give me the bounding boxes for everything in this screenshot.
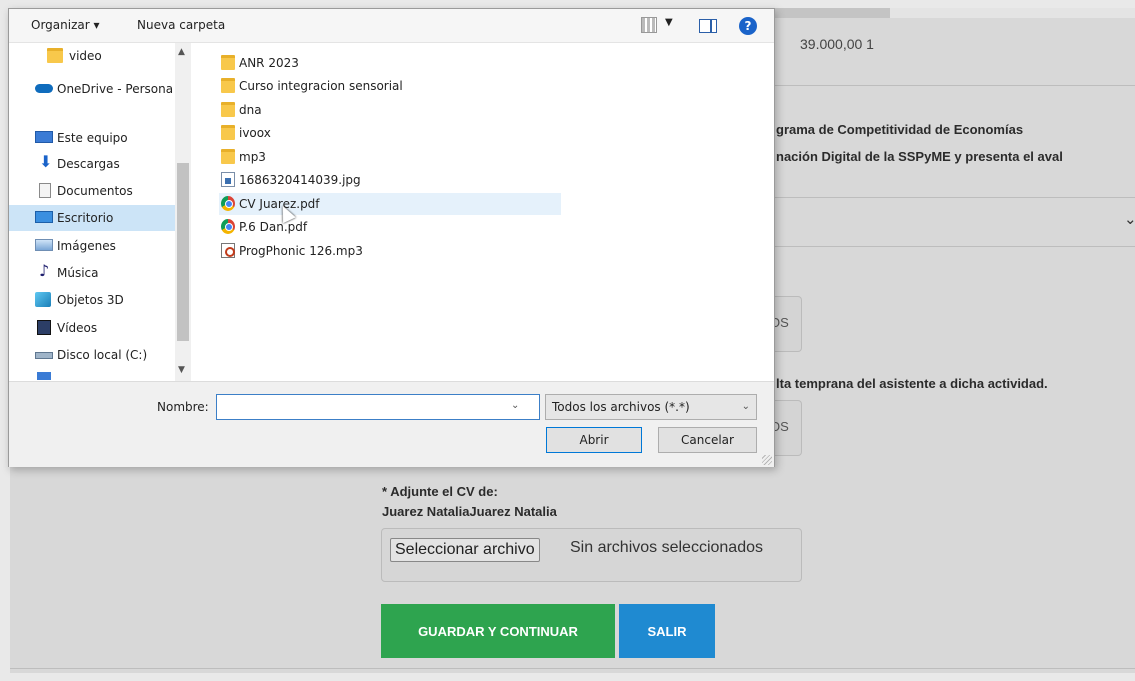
dialog-footer: Nombre: ⌄ Todos los archivos (*.*) ⌄ Abr… [9,381,774,467]
nav-item-documents[interactable]: Documentos [9,178,175,204]
filename-label: Nombre: [157,400,209,414]
scrollbar-thumb[interactable] [177,163,189,341]
file-input[interactable]: Seleccionar archivo Sin archivos selecci… [381,528,802,582]
nav-item-3d-objects[interactable]: Objetos 3D [9,287,175,313]
navigation-pane: video OneDrive - Persona Este equipo ⬇ D… [9,43,191,381]
nav-item-onedrive[interactable]: OneDrive - Persona [9,76,175,102]
desktop-icon [35,211,53,223]
cv-person-name: Juarez NataliaJuarez Natalia [382,504,557,519]
nav-scrollbar[interactable]: ▲ ▼ [175,43,191,381]
file-item[interactable]: P.6 Dan.pdf [219,216,561,238]
file-item[interactable]: 1686320414039.jpg [219,169,561,191]
download-icon: ⬇ [39,152,53,171]
file-item[interactable]: CV Juarez.pdf [219,193,561,215]
nav-item-music[interactable]: ♪ Música [9,260,175,286]
aval-select[interactable]: ⌄ [762,197,1135,247]
image-file-icon [221,172,235,187]
objects3d-icon [35,292,51,307]
chevron-down-icon: ⌄ [1124,211,1135,228]
computer-icon [35,131,53,143]
scroll-up-icon[interactable]: ▲ [178,47,185,57]
nav-item-pictures[interactable]: Imágenes [9,233,175,259]
videos-icon [37,320,51,335]
save-continue-button[interactable]: GUARDAR Y CONTINUAR [381,604,615,658]
folder-icon [221,102,235,117]
music-icon: ♪ [39,261,50,280]
onedrive-icon [35,84,53,93]
chrome-pdf-icon [221,219,235,234]
cancel-button[interactable]: Cancelar [658,427,757,453]
organize-menu[interactable]: Organizar ▾ [31,18,100,32]
program-text-line-2: nación Digital de la SSPyME y presenta e… [776,149,1063,164]
network-icon [37,372,51,380]
nav-item-local-disk[interactable]: Disco local (C:) [9,342,175,368]
file-item[interactable]: Curso integracion sensorial [219,75,561,97]
chrome-pdf-icon [221,196,235,211]
file-item[interactable]: mp3 [219,146,561,168]
early-registration-text: lta temprana del asistente a dicha activ… [776,376,1048,391]
file-open-dialog: Organizar ▾ Nueva carpeta ▼ ? video OneD… [8,8,775,467]
view-dropdown-icon[interactable]: ▼ [665,17,673,28]
cv-label-text: * Adjunte el CV de: [382,484,498,499]
program-text-line-1: grama de Competitividad de Economías [776,122,1024,137]
file-item[interactable]: dna [219,99,561,121]
dialog-toolbar: Organizar ▾ Nueva carpeta ▼ ? [9,9,774,43]
nav-item-desktop[interactable]: Escritorio [9,205,175,231]
exit-button[interactable]: SALIR [619,604,715,658]
select-file-button[interactable]: Seleccionar archivo [390,538,540,562]
documents-icon [39,183,51,198]
folder-icon [221,149,235,164]
file-type-select[interactable]: Todos los archivos (*.*) ⌄ [545,394,757,420]
new-folder-button[interactable]: Nueva carpeta [137,18,225,32]
filename-input[interactable] [216,394,540,420]
view-options-icon[interactable] [641,17,657,33]
file-item[interactable]: ProgPhonic 126.mp3 [219,240,561,262]
file-item[interactable]: ANR 2023 [219,52,561,74]
chevron-down-icon[interactable]: ⌄ [511,400,519,411]
nav-item-this-pc[interactable]: Este equipo [9,125,175,151]
pictures-icon [35,239,53,251]
chevron-down-icon: ⌄ [741,401,750,412]
folder-icon [47,48,63,63]
nav-item-downloads[interactable]: ⬇ Descargas [9,151,175,177]
resize-grip-icon[interactable] [762,455,772,465]
folder-icon [221,78,235,93]
cv-label: * Adjunte el CV de: Juarez NataliaJuarez… [382,482,557,522]
folder-icon [221,125,235,140]
folder-icon [221,55,235,70]
preview-pane-icon[interactable] [699,19,717,33]
price-row: 39.000,00 1 [800,36,874,52]
file-item[interactable]: ivoox [219,122,561,144]
open-button[interactable]: Abrir [546,427,642,453]
help-icon[interactable]: ? [739,17,757,35]
nav-item-network[interactable] [9,369,175,381]
footer-divider [10,668,1135,669]
scroll-down-icon[interactable]: ▼ [178,365,185,375]
audio-file-icon [221,243,235,258]
file-status: Sin archivos seleccionados [570,539,763,556]
drive-icon [35,352,53,359]
nav-item-video[interactable]: video [9,43,175,69]
nav-item-videos[interactable]: Vídeos [9,315,175,341]
